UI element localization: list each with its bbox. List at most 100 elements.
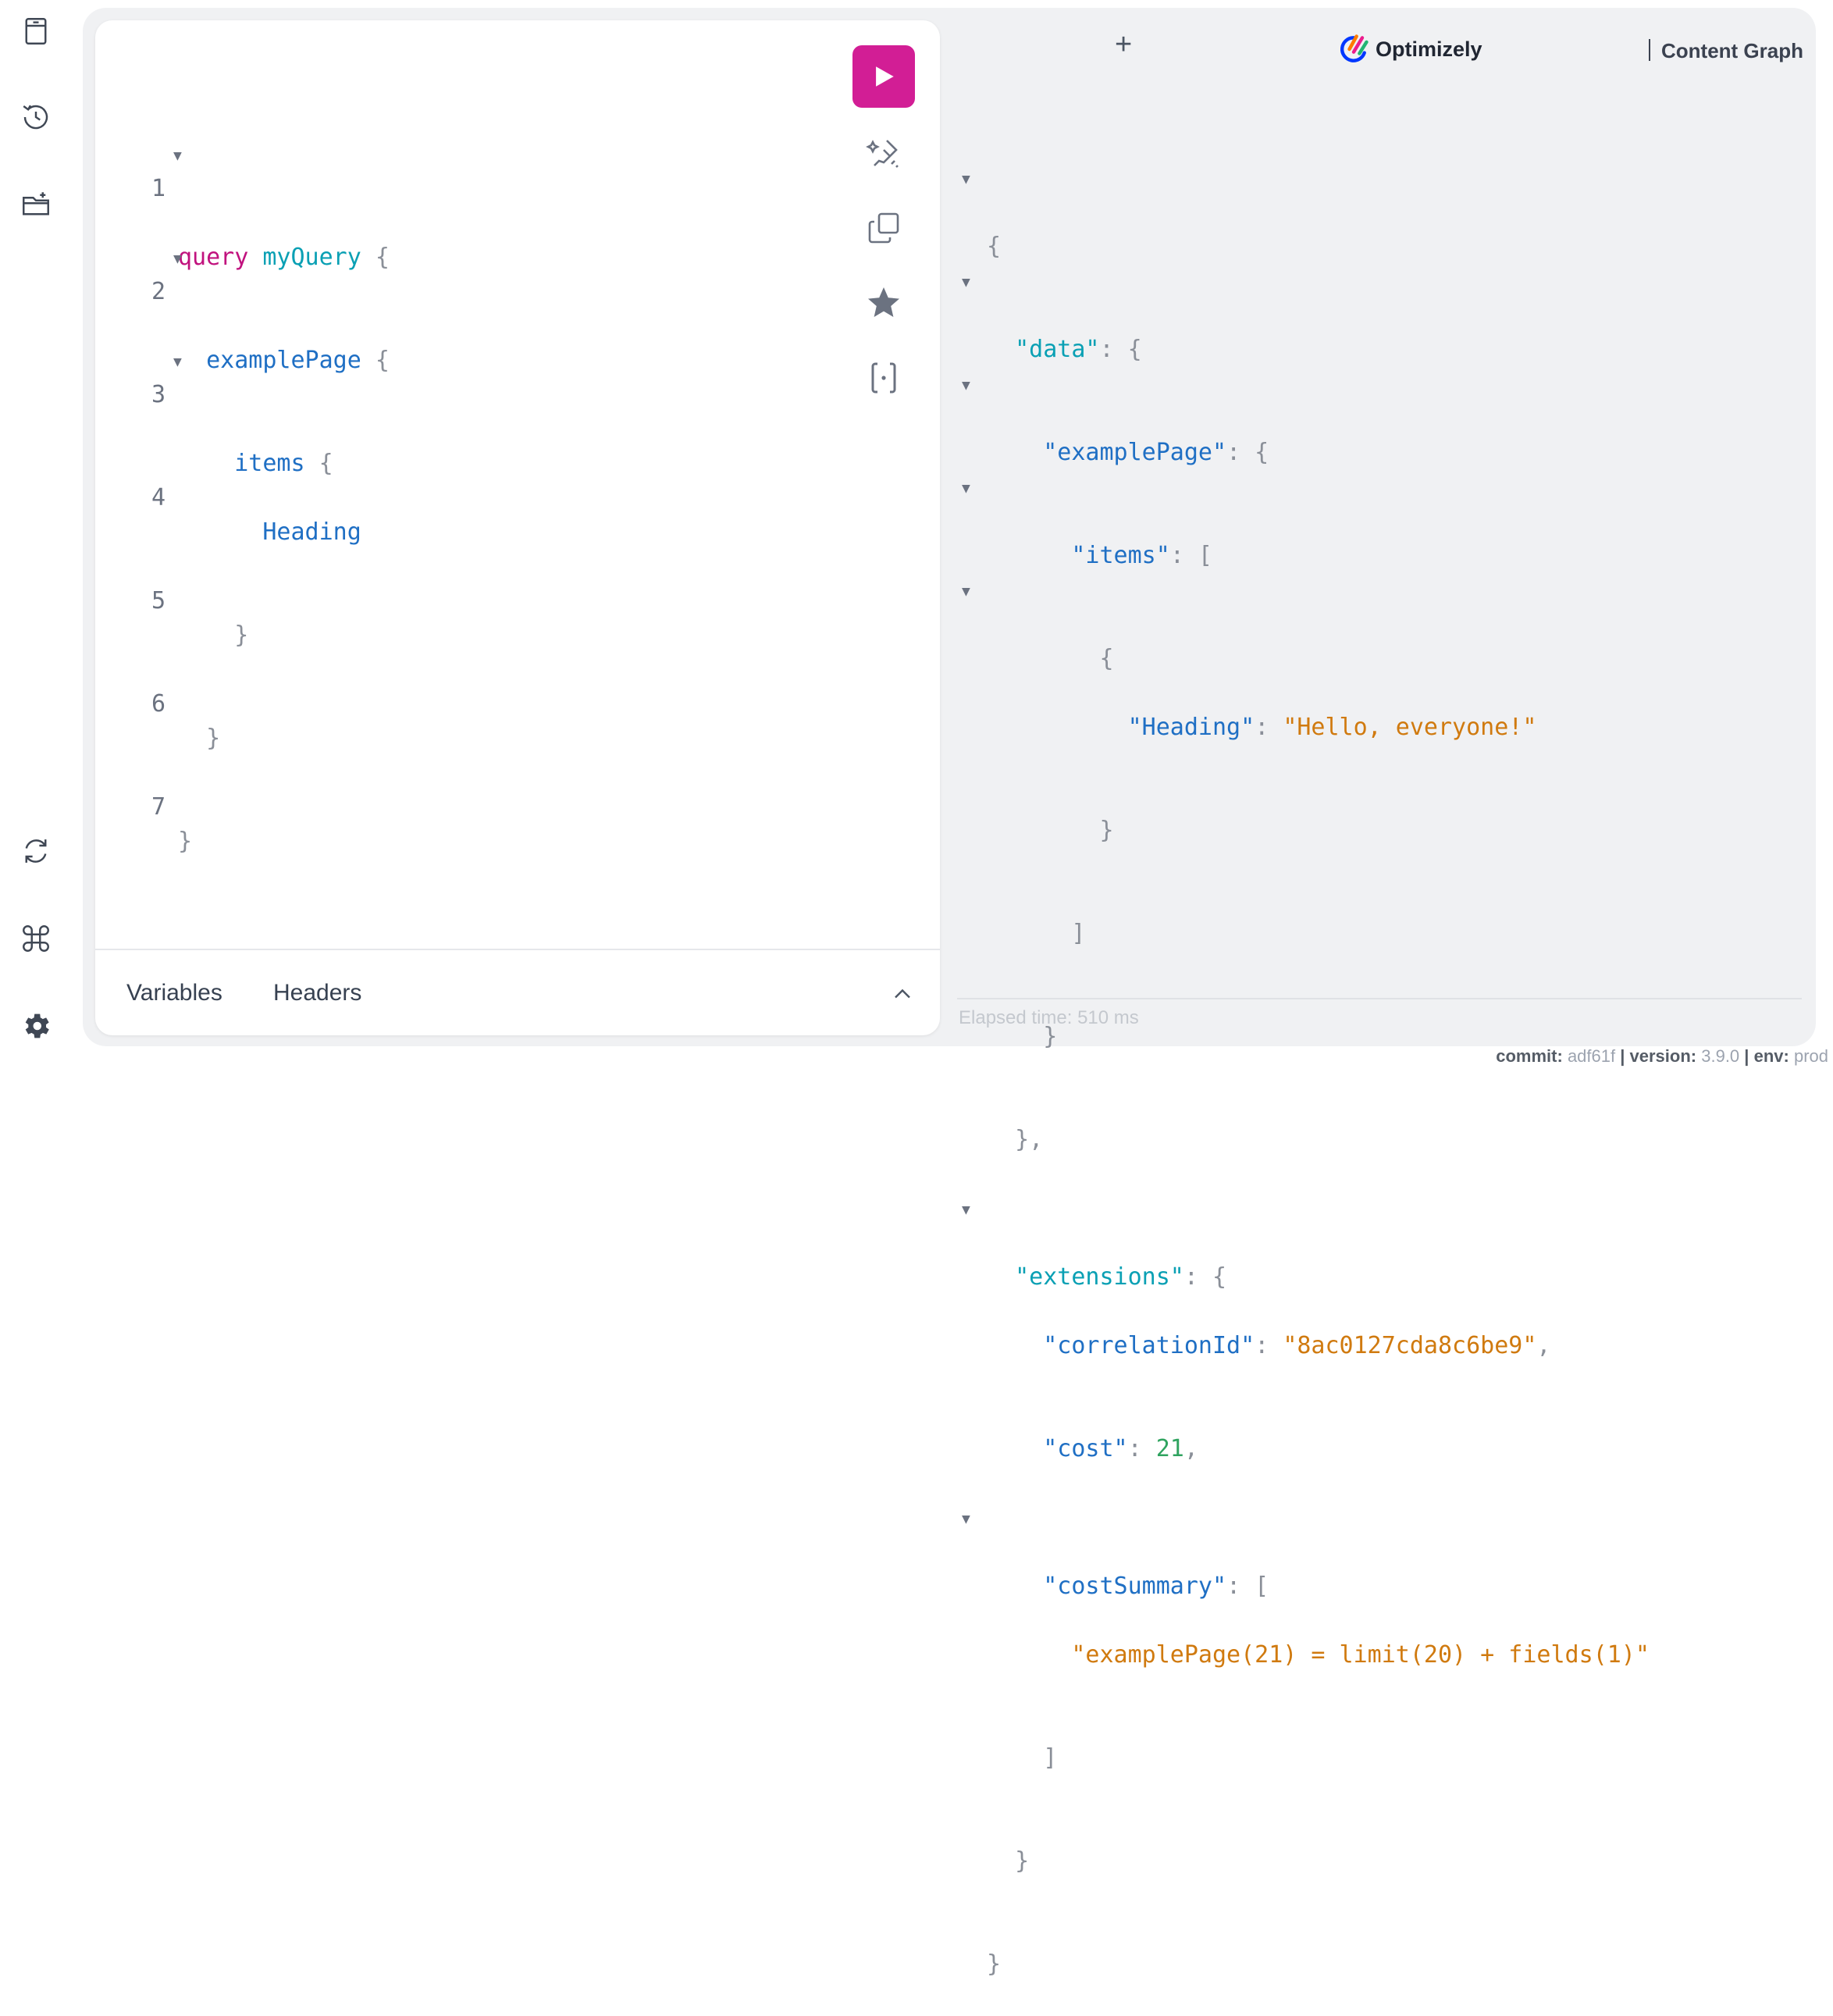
result-text: } [987,1844,1029,1879]
tab-variables[interactable]: Variables [126,980,222,1006]
code-text: } [178,721,220,756]
fold-arrow-icon[interactable]: ▼ [962,575,970,609]
fold-arrow-icon[interactable]: ▼ [962,265,970,300]
fold-arrow-icon[interactable]: ▼ [962,162,970,197]
fold-arrow-icon[interactable]: ▼ [962,1193,970,1227]
editor-tools-bar: Variables Headers [95,949,940,1035]
result-line: } [959,1810,1029,1875]
result-text: { [987,642,1114,676]
prettify-icon[interactable] [863,133,904,173]
json-number-value: 21 [1155,1435,1184,1462]
fold-arrow-icon[interactable]: ▼ [962,369,970,403]
refetch-icon[interactable] [17,832,55,870]
code-line: 2 ▼ examplePage { [95,240,390,374]
result-line: ▼ "extensions": { [959,1191,1226,1291]
separator: | [1744,1046,1749,1066]
chevron-up-icon[interactable] [888,980,916,1008]
result-text: "extensions": { [987,1260,1226,1295]
result-text: ] [987,917,1085,951]
field-token: items [234,450,305,477]
result-text: }, [987,1123,1043,1157]
result-text: "examplePage": { [987,436,1269,470]
result-text: "Heading": "Hello, everyone!" [987,711,1537,745]
json-key: "extensions" [1015,1263,1184,1291]
code-line: 7 } [95,756,192,855]
fold-arrow-icon[interactable]: ▼ [962,472,970,506]
fold-arrow-icon[interactable]: ▼ [173,139,182,173]
punctuation-token: , [1183,1435,1198,1462]
punctuation-token: { [319,450,333,477]
result-line: "cost": 21, [959,1398,1198,1462]
optimizely-logo: Optimizely [1336,30,1482,69]
env-value: prod [1793,1046,1828,1066]
json-string-value: "8ac0127cda8c6be9" [1283,1332,1537,1359]
run-query-button[interactable] [852,45,915,108]
result-line: ▼ "costSummary": [ [959,1501,1269,1600]
commit-value: adf61f [1567,1046,1616,1066]
punctuation-token: , [1536,1332,1551,1359]
result-text: "examplePage(21) = limit(20) + fields(1)… [987,1638,1650,1672]
line-number: 6 [151,690,166,718]
code-text: examplePage { [178,344,390,378]
fold-arrow-icon[interactable]: ▼ [173,345,182,379]
json-key: "examplePage" [1043,439,1227,466]
docs-icon[interactable] [17,12,55,50]
punctuation-token: : [1255,714,1283,741]
fold-arrow-icon[interactable]: ▼ [173,242,182,276]
result-line: ▼ { [959,161,1015,260]
json-key: "data" [1015,336,1100,363]
tab-headers[interactable]: Headers [273,980,361,1006]
result-line: ▼ "items": [ [959,470,1212,569]
punctuation-token: ] [1043,1744,1058,1772]
history-icon[interactable] [17,98,55,136]
json-key: "items" [1071,542,1170,569]
sidebar [0,0,75,1068]
content-graph-label: Content Graph [1661,39,1803,62]
version-label: version: [1629,1046,1697,1066]
shortcuts-icon[interactable] [17,920,55,957]
punctuation-token: : [ [1226,1573,1269,1600]
result-line: } [959,779,1114,844]
keyword-token: query [178,244,249,271]
punctuation-token: }, [1015,1126,1044,1153]
star-icon[interactable] [863,283,904,323]
env-label: env: [1753,1046,1789,1066]
result-line: "examplePage(21) = limit(20) + fields(1)… [959,1604,1650,1669]
code-line: 1 ▼ query myQuery { [95,137,390,271]
folder-add-icon[interactable] [17,186,55,223]
add-tab-button[interactable]: + [1115,30,1132,59]
line-number: 5 [151,587,166,614]
merge-fragments-icon[interactable] [863,358,904,398]
result-text: "correlationId": "8ac0127cda8c6be9", [987,1329,1550,1363]
result-line: } [959,1913,1015,1978]
result-line: ▼ "examplePage": { [959,367,1269,466]
field-token: examplePage [206,347,361,374]
json-string-value: "examplePage(21) = limit(20) + fields(1)… [1071,1641,1650,1669]
build-info-footer: commit: adf61f | version: 3.9.0 | env: p… [1496,1046,1828,1067]
play-icon [876,66,894,87]
punctuation-token: { [1099,645,1114,672]
commit-label: commit: [1496,1046,1563,1066]
code-text: } [178,825,192,859]
line-number: 3 [151,381,166,408]
settings-icon[interactable] [17,1007,55,1045]
operation-name-token: myQuery [262,244,361,271]
result-text: ] [987,1741,1057,1776]
json-key: "costSummary" [1043,1573,1227,1600]
code-text: } [178,618,248,653]
divider [957,998,1802,999]
punctuation-token: } [206,725,221,752]
version-value: 3.9.0 [1701,1046,1740,1066]
result-line: ▼ "data": { [959,264,1142,363]
query-editor[interactable]: 1 ▼ query myQuery { 2 ▼ examplePage { 3 … [95,69,390,859]
result-line: ] [959,1707,1057,1772]
punctuation-token: : [ [1169,542,1212,569]
code-text: items { [178,447,333,481]
punctuation-token: } [1015,1847,1030,1875]
fold-arrow-icon[interactable]: ▼ [962,1502,970,1537]
copy-icon[interactable] [863,208,904,248]
line-number: 1 [151,175,166,202]
result-line: }, [959,1088,1043,1153]
separator: | [1620,1046,1625,1066]
json-string-value: "Hello, everyone!" [1283,714,1537,741]
